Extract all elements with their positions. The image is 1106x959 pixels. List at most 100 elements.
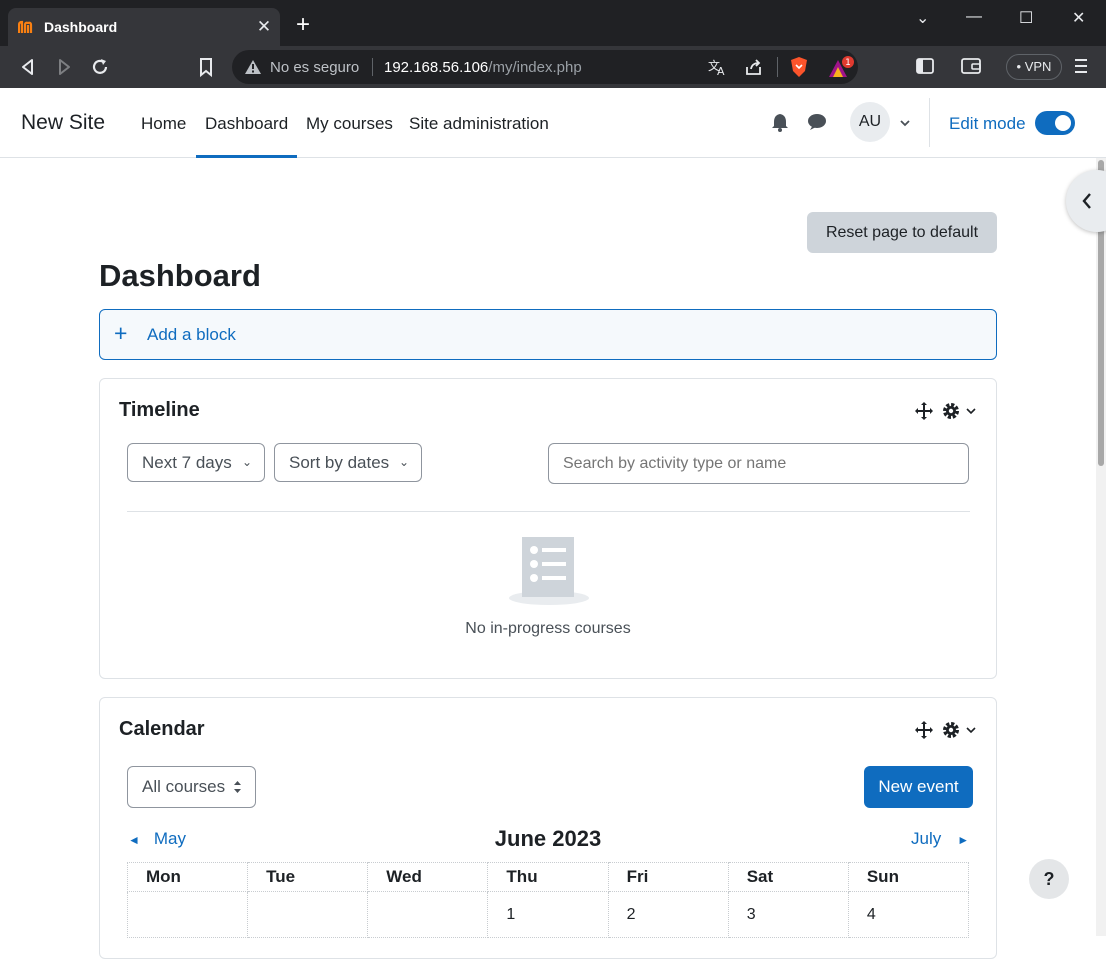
new-tab-button[interactable]: + xyxy=(296,13,310,37)
bookmark-icon[interactable] xyxy=(194,55,218,79)
browser-menu-icon[interactable] xyxy=(1074,58,1088,74)
calendar-day-cell[interactable]: 4 xyxy=(847,891,970,938)
minimize-icon[interactable]: — xyxy=(966,8,982,26)
url-host: 192.168.56.106 xyxy=(384,59,489,76)
calendar-block: Calendar All courses New event ◄ May June… xyxy=(99,697,997,959)
back-icon[interactable] xyxy=(16,55,40,79)
timeline-divider xyxy=(127,511,970,512)
weekday-header: Fri xyxy=(607,862,729,892)
user-menu-chevron-icon[interactable] xyxy=(899,119,911,127)
chevron-down-icon: ⌄ xyxy=(398,455,409,469)
forward-icon[interactable] xyxy=(52,55,76,79)
calendar-title: Calendar xyxy=(119,718,205,740)
next-month-label: July xyxy=(911,829,942,848)
chevron-down-icon: ⌄ xyxy=(241,455,252,469)
add-block-button[interactable]: + Add a block xyxy=(99,309,997,360)
weekday-header: Sun xyxy=(847,862,970,892)
timeline-sort-filter[interactable]: Sort by dates ⌄ xyxy=(274,443,422,482)
weekday-header: Tue xyxy=(247,862,369,892)
reload-icon[interactable] xyxy=(88,55,112,79)
site-navbar: New Site Home Dashboard My courses Site … xyxy=(0,88,1106,158)
gear-icon[interactable] xyxy=(941,401,961,421)
calendar-course-filter-label: All courses xyxy=(142,777,226,796)
move-icon[interactable] xyxy=(914,401,934,421)
address-bar[interactable]: No es seguro 192.168.56.106/my/index.php… xyxy=(232,50,858,84)
reset-page-button[interactable]: Reset page to default xyxy=(807,212,997,253)
browser-toolbar: No es seguro 192.168.56.106/my/index.php… xyxy=(0,46,1106,88)
vpn-button[interactable]: • VPN xyxy=(1006,54,1062,80)
brave-shield-icon[interactable] xyxy=(789,56,809,78)
next-month-link[interactable]: July ► xyxy=(911,829,969,849)
timeline-title: Timeline xyxy=(119,399,200,421)
tab-close-icon[interactable]: ✕ xyxy=(254,17,274,37)
tab-title: Dashboard xyxy=(44,19,118,35)
address-divider xyxy=(777,57,778,77)
calendar-day-cell xyxy=(126,891,249,938)
warning-icon[interactable] xyxy=(244,59,262,75)
weekday-header: Mon xyxy=(126,862,249,892)
svg-text:A: A xyxy=(717,65,725,76)
url-text[interactable]: 192.168.56.106/my/index.php xyxy=(384,59,582,76)
timeline-day-filter-label: Next 7 days xyxy=(142,453,232,472)
brave-rewards-icon[interactable]: 1 xyxy=(827,55,855,79)
security-label[interactable]: No es seguro xyxy=(270,59,359,76)
browser-tab-bar: Dashboard ✕ + ⌄ — ☐ ✕ xyxy=(0,0,1106,46)
edit-mode-label[interactable]: Edit mode xyxy=(949,114,1026,134)
tab-search-icon[interactable]: ⌄ xyxy=(916,8,929,28)
timeline-sort-label: Sort by dates xyxy=(289,453,390,472)
calendar-course-filter[interactable]: All courses xyxy=(127,766,256,808)
edit-mode-toggle[interactable] xyxy=(1035,111,1075,135)
calendar-week-row: 1 2 3 4 xyxy=(126,891,970,938)
close-window-icon[interactable]: ✕ xyxy=(1072,8,1085,28)
translate-icon[interactable]: 文A xyxy=(708,58,728,76)
gear-icon[interactable] xyxy=(941,720,961,740)
maximize-icon[interactable]: ☐ xyxy=(1019,8,1033,28)
arrow-right-icon: ► xyxy=(957,833,970,847)
toggle-knob xyxy=(1055,115,1071,131)
weekday-header: Thu xyxy=(487,862,609,892)
calendar-block-controls xyxy=(914,720,978,740)
sidebar-toggle-icon[interactable] xyxy=(916,58,934,74)
user-avatar[interactable]: AU xyxy=(850,102,890,142)
open-block-drawer-button[interactable] xyxy=(1066,170,1106,232)
timeline-block: Timeline Next 7 days ⌄ Sort by dates ⌄ N… xyxy=(99,378,997,679)
nav-site-administration[interactable]: Site administration xyxy=(409,114,549,134)
rewards-badge: 1 xyxy=(845,58,851,68)
empty-list-illustration-icon xyxy=(509,537,589,605)
share-icon[interactable] xyxy=(744,58,764,76)
calendar-month-title: June 2023 xyxy=(494,826,602,851)
nav-home[interactable]: Home xyxy=(141,114,186,134)
moodle-favicon-icon xyxy=(18,20,33,33)
page-title: Dashboard xyxy=(99,258,261,293)
select-arrows-icon xyxy=(234,781,241,793)
notifications-bell-icon[interactable] xyxy=(771,113,789,132)
site-name[interactable]: New Site xyxy=(21,111,105,135)
calendar-day-cell[interactable]: 3 xyxy=(727,891,849,938)
nav-dashboard[interactable]: Dashboard xyxy=(195,114,298,158)
navbar-divider xyxy=(929,98,930,147)
chevron-down-icon[interactable] xyxy=(966,407,976,415)
chevron-down-icon[interactable] xyxy=(966,726,976,734)
address-separator xyxy=(372,58,373,76)
move-icon[interactable] xyxy=(914,720,934,740)
add-block-label: Add a block xyxy=(147,325,236,344)
new-event-button[interactable]: New event xyxy=(864,766,973,808)
url-path: /my/index.php xyxy=(488,59,582,76)
weekday-header: Wed xyxy=(367,862,489,892)
chevron-left-icon xyxy=(1082,193,1091,209)
timeline-search-input[interactable] xyxy=(548,443,969,484)
nav-my-courses[interactable]: My courses xyxy=(306,114,393,134)
calendar-day-cell xyxy=(247,891,369,938)
help-button[interactable]: ? xyxy=(1029,859,1069,899)
calendar-day-cell[interactable]: 1 xyxy=(487,891,609,938)
messages-icon[interactable] xyxy=(807,113,827,131)
weekday-header-row: Mon Tue Wed Thu Fri Sat Sun xyxy=(126,862,970,892)
browser-tab[interactable]: Dashboard ✕ xyxy=(8,8,280,46)
calendar-day-cell[interactable]: 2 xyxy=(607,891,729,938)
plus-icon: + xyxy=(114,320,128,346)
timeline-block-controls xyxy=(914,401,978,421)
weekday-header: Sat xyxy=(727,862,849,892)
timeline-day-filter[interactable]: Next 7 days ⌄ xyxy=(127,443,265,482)
wallet-icon[interactable] xyxy=(961,58,981,74)
calendar-day-cell xyxy=(367,891,489,938)
